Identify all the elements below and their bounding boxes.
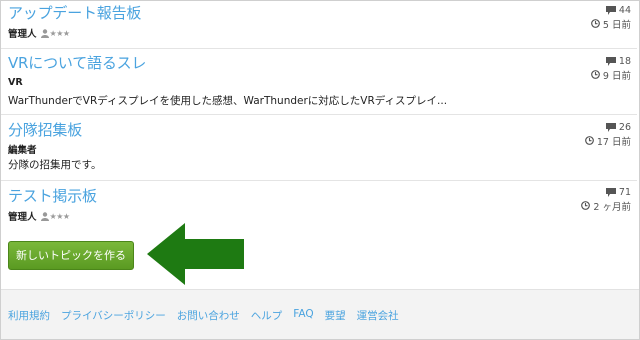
comment-icon bbox=[605, 57, 616, 66]
topic-author: 管理人 ★★★ bbox=[8, 209, 71, 224]
rank-stars: ★★★ bbox=[49, 211, 71, 221]
rank-stars: ★★★ bbox=[49, 28, 71, 38]
comment-icon bbox=[605, 188, 616, 197]
topic-title[interactable]: テスト掲示板 bbox=[8, 185, 97, 206]
topic-age: 9 日前 bbox=[602, 70, 631, 82]
clock-icon bbox=[581, 201, 591, 210]
clock-icon bbox=[584, 136, 594, 145]
arrow-left-icon bbox=[147, 223, 244, 285]
footer-link-contact[interactable]: お問い合わせ bbox=[177, 308, 240, 323]
person-icon bbox=[40, 28, 49, 38]
author-rank: ★★★ bbox=[40, 28, 71, 38]
author-rank: ★★★ bbox=[40, 211, 71, 221]
topic-author: 管理人 ★★★ bbox=[8, 26, 71, 41]
person-icon bbox=[40, 211, 49, 221]
reply-count: 26 bbox=[618, 122, 631, 133]
footer-link-terms[interactable]: 利用規約 bbox=[8, 308, 50, 323]
reply-count: 18 bbox=[618, 56, 631, 67]
topic-row: テスト掲示板 管理人 ★★★ 71 2 ヶ月前 bbox=[1, 181, 637, 229]
author-name: 編集者 bbox=[8, 145, 37, 156]
topic-title[interactable]: VRについて語るスレ bbox=[8, 52, 146, 73]
topic-description: WarThunderでVRディスプレイを使用した感想、WarThunderに対応… bbox=[8, 95, 448, 107]
topic-row: VRについて語るスレ VR WarThunderでVRディスプレイを使用した感想… bbox=[1, 49, 637, 115]
author-name: VR bbox=[8, 77, 23, 88]
footer-links: 利用規約 プライバシーポリシー お問い合わせ ヘルプ FAQ 要望 運営会社 bbox=[8, 308, 399, 323]
topic-author: VR bbox=[8, 77, 23, 88]
footer-link-company[interactable]: 運営会社 bbox=[357, 308, 399, 323]
comment-icon bbox=[605, 6, 616, 15]
new-topic-button[interactable]: 新しいトピックを作る bbox=[8, 241, 134, 270]
topic-title[interactable]: 分隊招集板 bbox=[8, 119, 82, 140]
clock-icon bbox=[591, 19, 600, 28]
topic-description: 分隊の招集用です。 bbox=[8, 159, 102, 171]
topic-age: 5 日前 bbox=[602, 19, 631, 31]
author-name: 管理人 bbox=[8, 212, 37, 223]
reply-count: 44 bbox=[618, 5, 631, 16]
topic-stats: 26 17 日前 bbox=[584, 121, 631, 148]
topic-author: 編集者 bbox=[8, 142, 37, 156]
footer-link-requests[interactable]: 要望 bbox=[325, 308, 346, 323]
footer-link-faq[interactable]: FAQ bbox=[293, 308, 313, 323]
topic-row: アップデート報告板 管理人 ★★★ 44 5 日前 bbox=[1, 0, 637, 49]
footer: 利用規約 プライバシーポリシー お問い合わせ ヘルプ FAQ 要望 運営会社 bbox=[1, 289, 639, 339]
topic-stats: 71 2 ヶ月前 bbox=[581, 186, 631, 213]
reply-count: 71 bbox=[618, 187, 631, 198]
footer-link-privacy[interactable]: プライバシーポリシー bbox=[61, 308, 166, 323]
topic-age: 2 ヶ月前 bbox=[593, 201, 631, 213]
comment-icon bbox=[605, 123, 616, 132]
author-name: 管理人 bbox=[8, 29, 37, 40]
topic-age: 17 日前 bbox=[596, 136, 631, 148]
footer-link-help[interactable]: ヘルプ bbox=[251, 308, 283, 323]
topic-stats: 44 5 日前 bbox=[591, 4, 631, 31]
topic-title[interactable]: アップデート報告板 bbox=[8, 2, 141, 23]
topic-row: 分隊招集板 編集者 分隊の招集用です。 26 17 日前 bbox=[1, 115, 637, 181]
topic-stats: 18 9 日前 bbox=[591, 55, 631, 82]
clock-icon bbox=[591, 70, 600, 79]
